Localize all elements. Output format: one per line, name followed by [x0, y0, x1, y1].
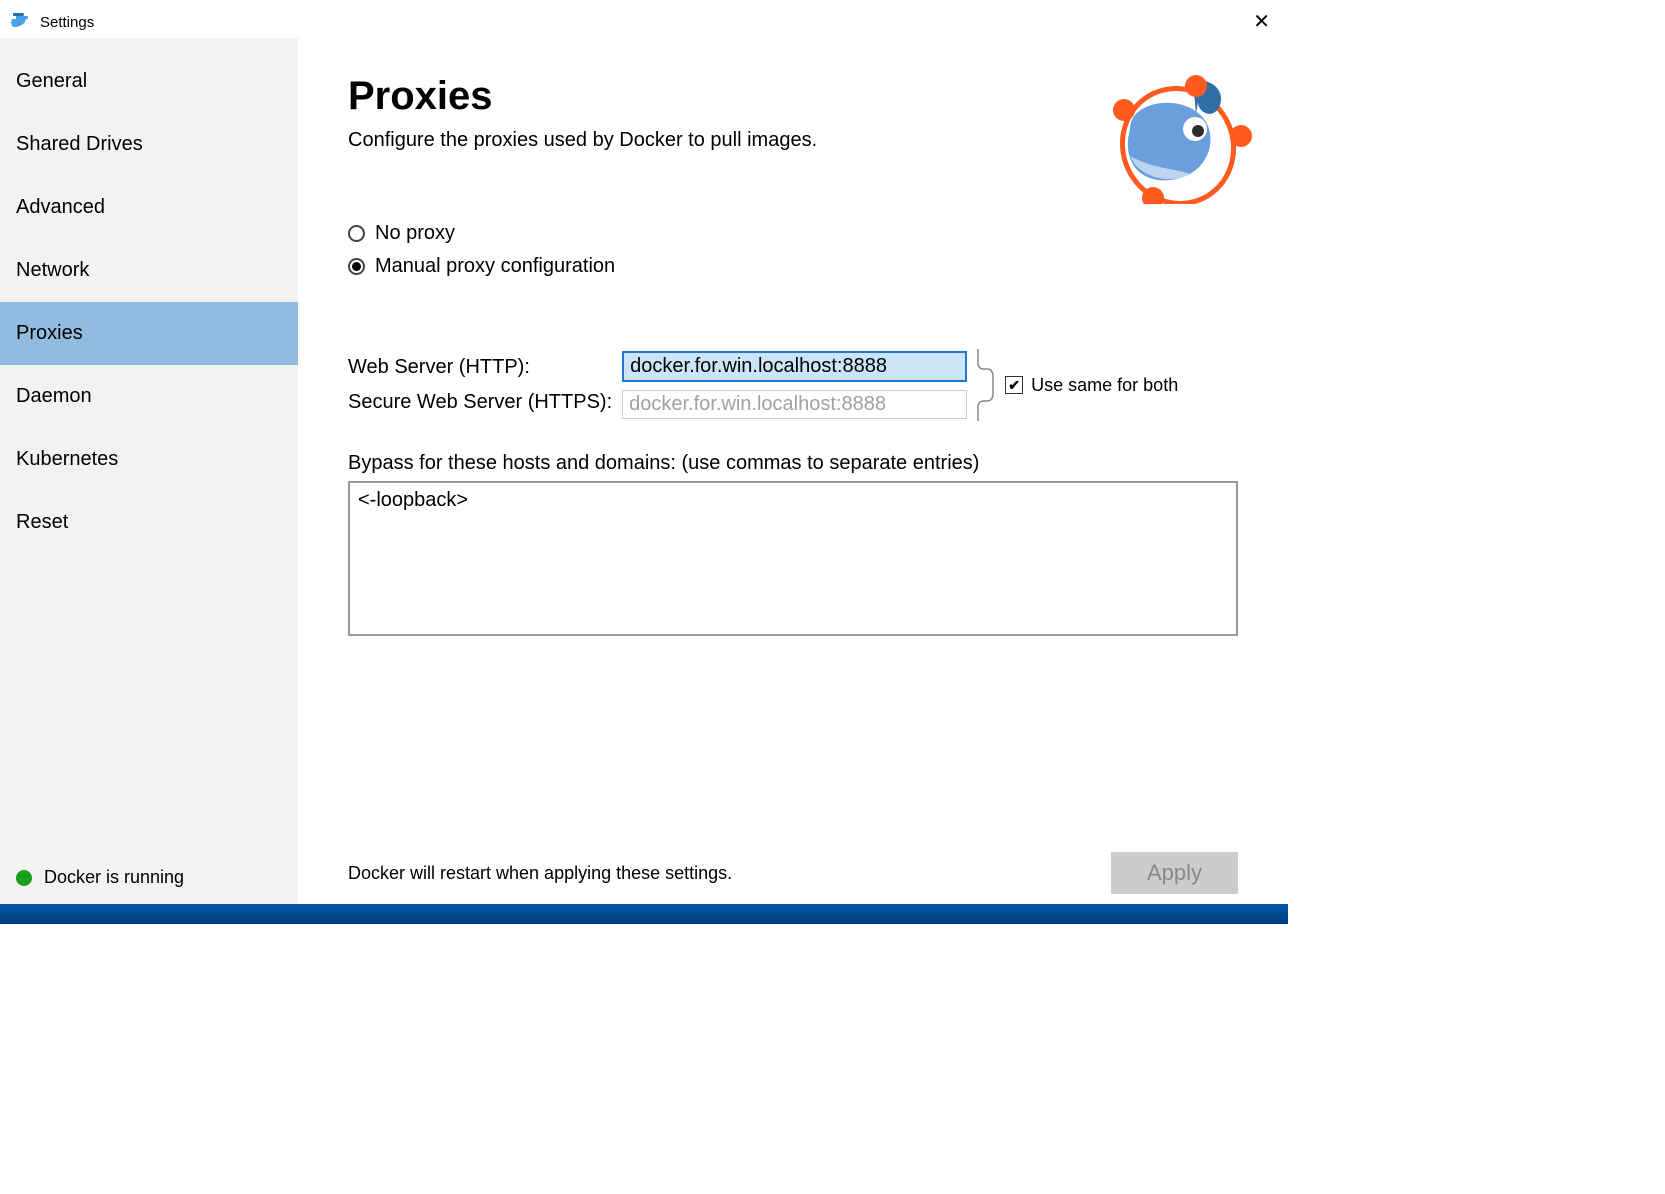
status-text: Docker is running [44, 867, 184, 888]
radio-no-proxy-label: No proxy [375, 222, 455, 245]
radio-no-proxy[interactable]: No proxy [348, 222, 1238, 245]
bypass-hosts-textarea[interactable] [348, 481, 1238, 636]
bypass-label: Bypass for these hosts and domains: (use… [348, 452, 1238, 475]
sidebar-item-network[interactable]: Network [0, 239, 298, 302]
https-proxy-input [622, 390, 967, 419]
proxy-mode-radio-group: No proxy Manual proxy configuration [348, 222, 1238, 288]
http-proxy-input[interactable] [622, 351, 967, 382]
content-area: General Shared Drives Advanced Network P… [0, 38, 1288, 904]
titlebar-left: Settings [10, 10, 94, 35]
sidebar-item-kubernetes[interactable]: Kubernetes [0, 428, 298, 491]
use-same-for-both-checkbox[interactable]: ✔ Use same for both [1005, 375, 1178, 396]
bracket-icon [977, 348, 995, 422]
checkbox-icon: ✔ [1005, 376, 1023, 394]
sidebar-item-reset[interactable]: Reset [0, 491, 298, 554]
docker-app-icon [10, 10, 32, 35]
sidebar-item-general[interactable]: General [0, 50, 298, 113]
titlebar: Settings ✕ [0, 0, 1288, 38]
status-indicator-icon [16, 870, 32, 886]
docker-whale-orbit-icon [1098, 74, 1258, 209]
sidebar-item-daemon[interactable]: Daemon [0, 365, 298, 428]
use-same-label: Use same for both [1031, 375, 1178, 396]
close-button[interactable]: ✕ [1245, 12, 1278, 32]
apply-button[interactable]: Apply [1111, 852, 1238, 894]
main-panel: Proxies Configure the proxies used by Do… [298, 38, 1288, 904]
docker-status: Docker is running [0, 851, 298, 904]
radio-icon [348, 258, 365, 275]
radio-manual-proxy[interactable]: Manual proxy configuration [348, 255, 1238, 278]
radio-manual-proxy-label: Manual proxy configuration [375, 255, 615, 278]
sidebar-item-shared-drives[interactable]: Shared Drives [0, 113, 298, 176]
proxy-server-fields: Web Server (HTTP): Secure Web Server (HT… [348, 348, 1238, 422]
http-label: Web Server (HTTP): [348, 356, 612, 379]
footer: Docker will restart when applying these … [348, 852, 1238, 894]
restart-notice: Docker will restart when applying these … [348, 863, 732, 884]
sidebar-item-proxies[interactable]: Proxies [0, 302, 298, 365]
https-label: Secure Web Server (HTTPS): [348, 391, 612, 414]
sidebar: General Shared Drives Advanced Network P… [0, 38, 298, 904]
taskbar-sliver [0, 904, 1288, 924]
window-title: Settings [40, 14, 94, 31]
sidebar-item-advanced[interactable]: Advanced [0, 176, 298, 239]
radio-icon [348, 225, 365, 242]
